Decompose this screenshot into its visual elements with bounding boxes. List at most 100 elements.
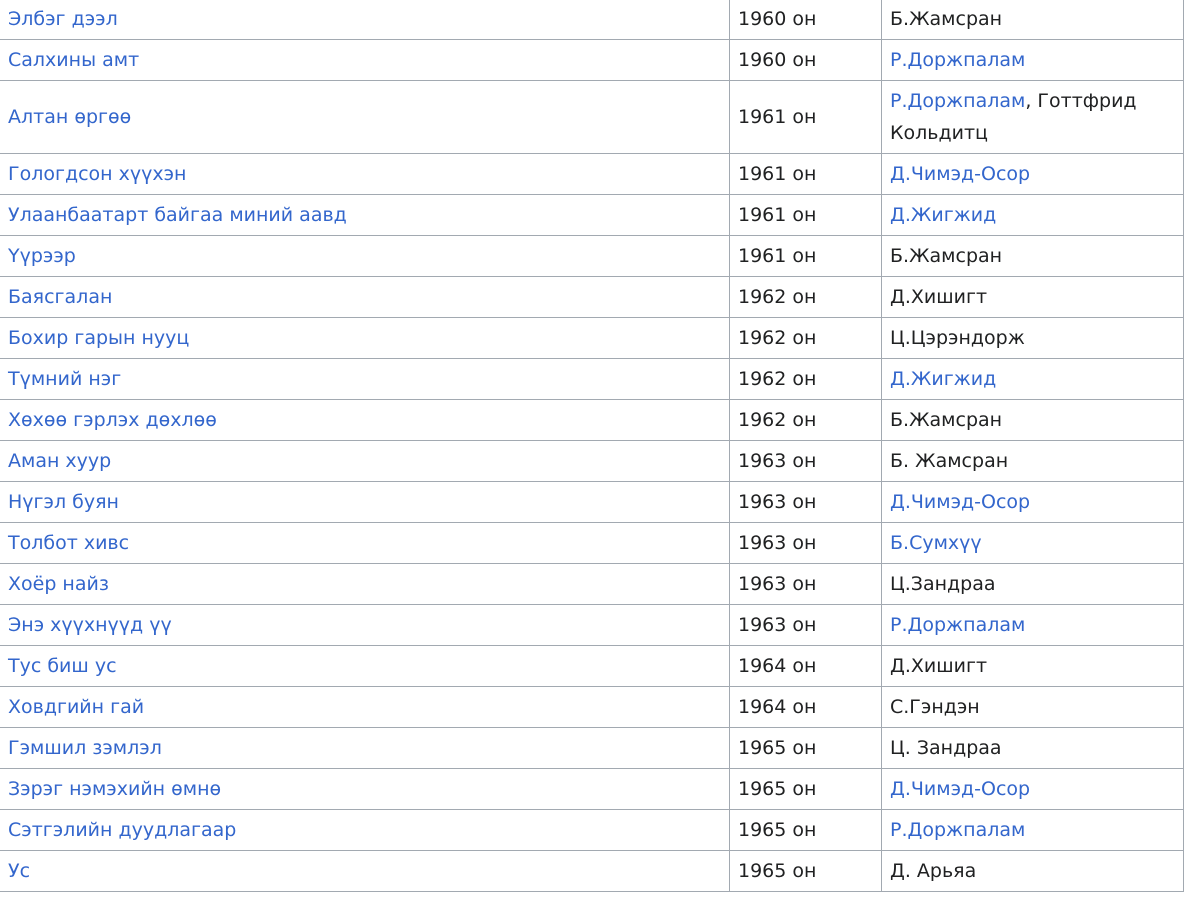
film-title-cell: Хоёр найз xyxy=(0,563,730,605)
films-table: Элбэг дээл 1960 он Б.Жамсран Салхины амт 196… xyxy=(0,0,1184,892)
table-row: Ховдгийн гай 1964 он С.Гэндэн xyxy=(0,686,1184,728)
director-link[interactable]: Д.Чимэд-Осор xyxy=(890,491,1030,513)
film-title-link[interactable]: Нүгэл буян xyxy=(8,491,119,513)
table-row: Зэрэг нэмэхийн өмнө 1965 он Д.Чимэд-Осор xyxy=(0,768,1184,810)
film-year-cell: 1963 он xyxy=(729,440,882,482)
director-name: Ц.Зандраа xyxy=(890,573,996,595)
film-title-link[interactable]: Толбот хивс xyxy=(8,532,129,554)
film-title-link[interactable]: Ус xyxy=(8,860,30,882)
film-title-cell: Түмний нэг xyxy=(0,358,730,400)
director-link[interactable]: Р.Доржпалам xyxy=(890,49,1025,71)
film-director-cell: С.Гэндэн xyxy=(881,686,1184,728)
table-row: Алтан өргөө 1961 он Р.Доржпалам, Готтфрид … xyxy=(0,80,1184,154)
film-title-link[interactable]: Сэтгэлийн дуудлагаар xyxy=(8,819,236,841)
film-title-link[interactable]: Улаанбаатарт байгаа миний аавд xyxy=(8,204,347,226)
director-name: Д.Хишигт xyxy=(890,655,988,677)
director-link[interactable]: Р.Доржпалам xyxy=(890,90,1025,112)
film-title-link[interactable]: Хоёр найз xyxy=(8,573,109,595)
film-director-cell: Б. Жамсран xyxy=(881,440,1184,482)
director-link[interactable]: Р.Доржпалам xyxy=(890,819,1025,841)
director-name: С.Гэндэн xyxy=(890,696,980,718)
table-row: Толбот хивс 1963 он Б.Сумхүү xyxy=(0,522,1184,564)
table-row: Бохир гарын нууц 1962 он Ц.Цэрэндорж xyxy=(0,317,1184,359)
film-title-cell: Тус биш ус xyxy=(0,645,730,687)
film-director-cell: Р.Доржпалам xyxy=(881,39,1184,81)
film-year-cell: 1961 он xyxy=(729,153,882,195)
director-link[interactable]: Д.Жигжид xyxy=(890,204,996,226)
director-name: Д.Хишигт xyxy=(890,286,988,308)
film-director-cell: Б.Жамсран xyxy=(881,399,1184,441)
film-director-cell: Б.Жамсран xyxy=(881,235,1184,277)
film-title-cell: Толбот хивс xyxy=(0,522,730,564)
film-title-link[interactable]: Алтан өргөө xyxy=(8,106,131,128)
table-row: Гэмшил зэмлэл 1965 он Ц. Зандраа xyxy=(0,727,1184,769)
director-name: Б. Жамсран xyxy=(890,450,1009,472)
table-row: Энэ хүүхнүүд үү 1963 он Р.Доржпалам xyxy=(0,604,1184,646)
film-title-link[interactable]: Энэ хүүхнүүд үү xyxy=(8,614,172,636)
film-year-cell: 1962 он xyxy=(729,276,882,318)
director-link[interactable]: Д.Жигжид xyxy=(890,368,996,390)
film-director-cell: Р.Доржпалам xyxy=(881,809,1184,851)
film-year-cell: 1961 он xyxy=(729,235,882,277)
film-title-link[interactable]: Бохир гарын нууц xyxy=(8,327,189,349)
film-director-cell: Д.Чимэд-Осор xyxy=(881,153,1184,195)
film-title-link[interactable]: Ховдгийн гай xyxy=(8,696,144,718)
film-year-cell: 1964 он xyxy=(729,645,882,687)
film-title-link[interactable]: Салхины амт xyxy=(8,49,139,71)
film-year-cell: 1961 он xyxy=(729,194,882,236)
table-row: Элбэг дээл 1960 он Б.Жамсран xyxy=(0,0,1184,40)
table-row: Хоёр найз 1963 он Ц.Зандраа xyxy=(0,563,1184,605)
film-director-cell: Ц. Зандраа xyxy=(881,727,1184,769)
table-row: Түмний нэг 1962 он Д.Жигжид xyxy=(0,358,1184,400)
film-year-cell: 1963 он xyxy=(729,563,882,605)
films-table-body: Элбэг дээл 1960 он Б.Жамсран Салхины амт 196… xyxy=(0,0,1184,892)
film-director-cell: Д. Арьяа xyxy=(881,850,1184,892)
film-title-link[interactable]: Аман хуур xyxy=(8,450,111,472)
director-name: Б.Жамсран xyxy=(890,245,1003,267)
film-title-cell: Нүгэл буян xyxy=(0,481,730,523)
film-title-cell: Аман хуур xyxy=(0,440,730,482)
film-title-link[interactable]: Үүрээр xyxy=(8,245,76,267)
table-row: Баясгалан 1962 он Д.Хишигт xyxy=(0,276,1184,318)
film-year-cell: 1963 он xyxy=(729,481,882,523)
table-row: Салхины амт 1960 он Р.Доржпалам xyxy=(0,39,1184,81)
film-director-cell: Д.Жигжид xyxy=(881,194,1184,236)
film-director-cell: Д.Хишигт xyxy=(881,276,1184,318)
film-title-cell: Алтан өргөө xyxy=(0,80,730,154)
film-title-link[interactable]: Баясгалан xyxy=(8,286,112,308)
film-title-cell: Гологдсон хүүхэн xyxy=(0,153,730,195)
film-title-cell: Салхины амт xyxy=(0,39,730,81)
film-title-link[interactable]: Гэмшил зэмлэл xyxy=(8,737,162,759)
film-director-cell: Б.Жамсран xyxy=(881,0,1184,40)
director-link[interactable]: Р.Доржпалам xyxy=(890,614,1025,636)
film-title-link[interactable]: Гологдсон хүүхэн xyxy=(8,163,186,185)
film-title-link[interactable]: Тус биш ус xyxy=(8,655,117,677)
film-title-link[interactable]: Элбэг дээл xyxy=(8,8,118,30)
director-link[interactable]: Д.Чимэд-Осор xyxy=(890,163,1030,185)
table-row: Гологдсон хүүхэн 1961 он Д.Чимэд-Осор xyxy=(0,153,1184,195)
film-title-cell: Элбэг дээл xyxy=(0,0,730,40)
film-title-cell: Гэмшил зэмлэл xyxy=(0,727,730,769)
film-director-cell: Д.Жигжид xyxy=(881,358,1184,400)
film-year-cell: 1961 он xyxy=(729,80,882,154)
film-year-cell: 1960 он xyxy=(729,39,882,81)
film-title-cell: Сэтгэлийн дуудлагаар xyxy=(0,809,730,851)
film-title-link[interactable]: Хөхөө гэрлэх дөхлөө xyxy=(8,409,217,431)
table-row: Хөхөө гэрлэх дөхлөө 1962 он Б.Жамсран xyxy=(0,399,1184,441)
table-row: Үүрээр 1961 он Б.Жамсран xyxy=(0,235,1184,277)
film-title-cell: Үүрээр xyxy=(0,235,730,277)
film-year-cell: 1965 он xyxy=(729,809,882,851)
table-row: Ус 1965 он Д. Арьяа xyxy=(0,850,1184,892)
film-year-cell: 1963 он xyxy=(729,604,882,646)
film-title-cell: Ховдгийн гай xyxy=(0,686,730,728)
film-director-cell: Д.Хишигт xyxy=(881,645,1184,687)
film-year-cell: 1962 он xyxy=(729,399,882,441)
film-director-cell: Р.Доржпалам xyxy=(881,604,1184,646)
director-link[interactable]: Б.Сумхүү xyxy=(890,532,982,554)
director-link[interactable]: Д.Чимэд-Осор xyxy=(890,778,1030,800)
film-director-cell: Р.Доржпалам, Готтфрид Кольдитц xyxy=(881,80,1184,154)
film-year-cell: 1963 он xyxy=(729,522,882,564)
film-director-cell: Б.Сумхүү xyxy=(881,522,1184,564)
film-title-link[interactable]: Зэрэг нэмэхийн өмнө xyxy=(8,778,221,800)
film-title-link[interactable]: Түмний нэг xyxy=(8,368,121,390)
